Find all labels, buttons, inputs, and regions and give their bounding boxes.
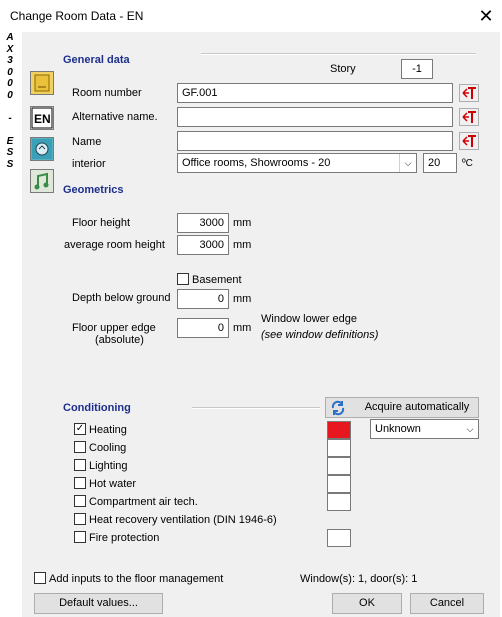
alternative-name-label: Alternative name.: [72, 111, 158, 123]
rotate-icon-button[interactable]: [30, 137, 54, 161]
svg-text:EN: EN: [34, 112, 51, 126]
font-t-button[interactable]: [459, 108, 479, 126]
rotate-icon: [32, 139, 52, 159]
chevron-down-icon[interactable]: ⌵: [462, 420, 478, 438]
divider: [201, 53, 476, 55]
room-number-field[interactable]: GF.001: [177, 83, 453, 103]
temperature-field[interactable]: 20: [423, 153, 457, 173]
text-arrow-icon: [462, 111, 476, 123]
hot-water-color-swatch[interactable]: [327, 475, 351, 493]
avg-height-field[interactable]: 3000: [177, 235, 229, 255]
compartment-color-swatch[interactable]: [327, 493, 351, 511]
vertical-label-char: E: [6, 135, 14, 147]
room-icon-button[interactable]: [30, 71, 54, 95]
refresh-icon: [331, 400, 345, 416]
lighting-checkbox[interactable]: [74, 459, 86, 471]
conditioning-heading: Conditioning: [63, 402, 131, 414]
depth-label: Depth below ground: [72, 292, 171, 304]
unit-label: mm: [233, 293, 252, 305]
close-icon[interactable]: ✕: [475, 5, 497, 27]
lighting-label: Lighting: [89, 460, 128, 472]
alternative-name-field[interactable]: [177, 107, 453, 127]
acquire-label: Acquire automatically: [364, 401, 470, 413]
vertical-label-char: X: [6, 43, 14, 55]
story-label: Story: [330, 63, 356, 75]
vertical-label-char: -: [8, 112, 12, 124]
default-values-button[interactable]: Default values...: [34, 593, 163, 614]
fire-protection-checkbox[interactable]: [74, 531, 86, 543]
vertical-label-char: 0: [7, 66, 13, 78]
floor-upper-field[interactable]: 0: [177, 318, 229, 338]
music-icon-button[interactable]: [30, 169, 54, 193]
heating-checkbox[interactable]: ✓: [74, 423, 86, 435]
unit-label: mm: [233, 239, 252, 251]
unit-label: mm: [233, 217, 252, 229]
heating-label: Heating: [89, 424, 127, 436]
floor-height-label: Floor height: [72, 217, 131, 229]
vertical-label-char: 0: [7, 89, 13, 101]
basement-checkbox[interactable]: [177, 273, 189, 285]
window-edge-label: Window lower edge: [261, 313, 357, 325]
chevron-down-icon[interactable]: ⌵: [399, 154, 416, 172]
room-icon: [34, 74, 50, 92]
language-en-button[interactable]: EN: [30, 106, 54, 130]
fire-color-swatch[interactable]: [327, 529, 351, 547]
hot-water-label: Hot water: [89, 478, 137, 490]
vertical-label-char: [4, 101, 16, 113]
avg-height-label: average room height: [64, 239, 165, 251]
floor-upper-label: Floor upper edge: [72, 322, 156, 334]
heat-recovery-checkbox[interactable]: [74, 513, 86, 525]
compartment-label: Compartment air tech.: [89, 496, 198, 508]
unknown-value: Unknown: [375, 423, 421, 435]
vertical-label-char: S: [6, 158, 14, 170]
cooling-label: Cooling: [89, 442, 127, 454]
depth-field[interactable]: 0: [177, 289, 229, 309]
heating-color-swatch[interactable]: [327, 421, 351, 439]
en-icon: EN: [31, 107, 53, 129]
vertical-label-char: S: [6, 147, 14, 158]
window-edge-note: (see window definitions): [261, 329, 379, 341]
window-title: Change Room Data - EN: [10, 9, 144, 23]
floor-height-field[interactable]: 3000: [177, 213, 229, 233]
fire-protection-label: Fire protection: [89, 532, 160, 544]
interior-value: Office rooms, Showrooms - 20: [182, 157, 331, 169]
name-label: Name: [72, 136, 102, 148]
floor-management-checkbox[interactable]: [34, 572, 46, 584]
story-field[interactable]: -1: [401, 59, 433, 79]
hot-water-checkbox[interactable]: [74, 477, 86, 489]
vertical-label-char: 3: [7, 55, 13, 66]
geometrics-heading: Geometrics: [63, 184, 124, 196]
text-arrow-icon: [462, 135, 476, 147]
cancel-button[interactable]: Cancel: [410, 593, 484, 614]
vertical-label-char: 0: [7, 78, 13, 89]
font-t-button[interactable]: [459, 84, 479, 102]
basement-label: Basement: [192, 274, 242, 286]
lighting-color-swatch[interactable]: [327, 457, 351, 475]
acquire-automatically-button[interactable]: Acquire automatically: [325, 397, 479, 418]
ok-button[interactable]: OK: [332, 593, 402, 614]
general-data-heading: General data: [63, 54, 130, 66]
vertical-label-char: [4, 124, 16, 136]
text-arrow-icon: [462, 87, 476, 99]
music-icon: [34, 172, 49, 190]
vertical-label: AX3000 - ESS: [4, 32, 16, 170]
compartment-checkbox[interactable]: [74, 495, 86, 507]
font-t-button[interactable]: [459, 132, 479, 150]
divider: [192, 407, 320, 409]
interior-select[interactable]: Office rooms, Showrooms - 20: [177, 153, 417, 173]
window-door-count: Window(s): 1, door(s): 1: [300, 573, 418, 585]
unit-label: mm: [233, 322, 252, 334]
name-field[interactable]: [177, 131, 453, 151]
floor-upper-sublabel: (absolute): [95, 334, 144, 346]
floor-management-label: Add inputs to the floor management: [49, 573, 224, 585]
interior-label: interior: [72, 158, 106, 170]
vertical-label-char: A: [6, 32, 14, 43]
temperature-unit: ºC: [462, 158, 473, 169]
room-number-label: Room number: [72, 87, 142, 99]
cooling-color-swatch[interactable]: [327, 439, 351, 457]
heat-recovery-label: Heat recovery ventilation (DIN 1946-6): [89, 514, 277, 526]
cooling-checkbox[interactable]: [74, 441, 86, 453]
